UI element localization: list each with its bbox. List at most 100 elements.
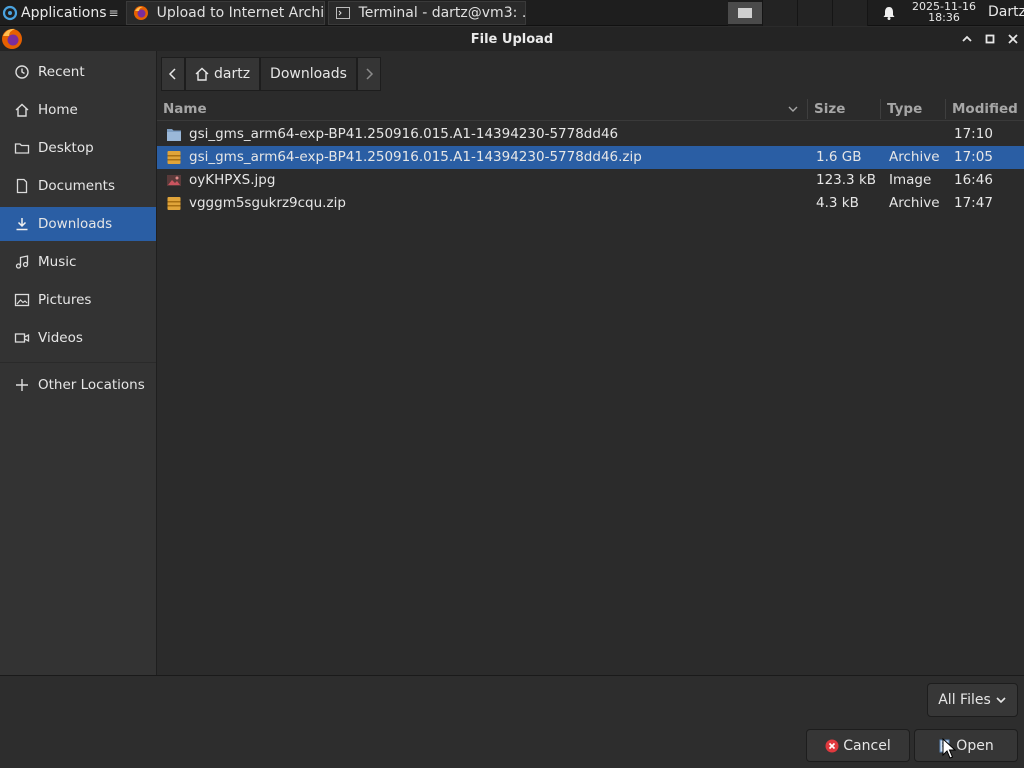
dialog-title: File Upload — [470, 31, 554, 47]
archive-icon — [167, 151, 181, 164]
sidebar-item-videos[interactable]: Videos — [0, 321, 156, 355]
home-icon — [195, 67, 209, 81]
close-icon — [1008, 34, 1018, 44]
file-row[interactable]: vgggm5sgukrz9cqu.zip 4.3 kB Archive 17:4… — [157, 192, 1024, 215]
music-icon — [15, 255, 29, 269]
clock[interactable]: 2025-11-16 18:36 — [908, 1, 980, 23]
workspace-1[interactable] — [728, 0, 763, 26]
home-icon — [15, 103, 29, 117]
maximize-icon — [985, 34, 995, 44]
cancel-label: Cancel — [843, 737, 891, 754]
download-icon — [16, 218, 28, 231]
path-current-button[interactable]: Downloads — [260, 57, 357, 91]
dialog-titlebar: File Upload — [0, 27, 1024, 51]
file-size: 1.6 GB — [816, 149, 862, 165]
sidebar-item-other-locations[interactable]: Other Locations — [0, 368, 156, 402]
workspace-2[interactable] — [763, 0, 798, 26]
chevron-down-icon — [996, 697, 1006, 704]
sidebar-item-recent[interactable]: Recent — [0, 55, 156, 89]
terminal-icon — [335, 6, 350, 19]
column-divider — [945, 99, 946, 119]
sidebar-item-downloads[interactable]: Downloads — [0, 207, 156, 241]
firefox-icon — [2, 28, 22, 49]
open-label: Open — [956, 737, 994, 754]
sidebar-item-label: Music — [38, 254, 77, 270]
open-button[interactable]: Open — [914, 729, 1018, 762]
file-name: oyKHPXS.jpg — [189, 172, 276, 188]
applications-menu-label: Applications — [21, 4, 107, 21]
sidebar-item-pictures[interactable]: Pictures — [0, 283, 156, 317]
file-browser: dartz Downloads Name Size Type Modified … — [157, 51, 1024, 675]
chevron-up-icon — [962, 35, 972, 42]
file-row[interactable]: gsi_gms_arm64-exp-BP41.250916.015.A1-143… — [157, 146, 1024, 169]
file-modified: 17:10 — [954, 126, 993, 142]
sidebar-item-desktop[interactable]: Desktop — [0, 131, 156, 165]
column-headers: Name Size Type Modified — [157, 97, 1024, 121]
filter-label: All Files — [938, 692, 991, 708]
sidebar-item-music[interactable]: Music — [0, 245, 156, 279]
column-header-modified[interactable]: Modified — [952, 97, 1018, 121]
mouse-cursor-icon — [942, 738, 956, 759]
column-header-type[interactable]: Type — [887, 97, 922, 121]
file-row[interactable]: oyKHPXS.jpg 123.3 kB Image 16:46 — [157, 169, 1024, 192]
close-button[interactable] — [1005, 31, 1021, 47]
sidebar-item-label: Videos — [38, 330, 83, 346]
path-home-label: dartz — [214, 66, 251, 82]
sidebar-item-label: Recent — [38, 64, 85, 80]
workspace-3[interactable] — [798, 0, 833, 26]
sidebar-item-label: Other Locations — [38, 377, 145, 393]
taskbar-task-label: Terminal - dartz@vm3: … — [358, 4, 526, 21]
picture-icon — [14, 293, 30, 307]
file-name: gsi_gms_arm64-exp-BP41.250916.015.A1-143… — [189, 149, 642, 165]
workspace-switcher — [728, 0, 868, 26]
sidebar-item-label: Home — [38, 102, 78, 118]
applications-menu-button[interactable]: Applications ≡ — [0, 0, 123, 26]
file-type-filter-dropdown[interactable]: All Files — [927, 683, 1018, 717]
path-forward-button[interactable] — [357, 57, 381, 91]
file-type: Archive — [889, 195, 940, 211]
user-menu[interactable]: Dartz — [988, 4, 1024, 20]
minimize-button[interactable] — [959, 31, 975, 47]
path-home-button[interactable]: dartz — [185, 57, 260, 91]
menu-separator-icon: ≡ — [108, 5, 119, 20]
file-size: 4.3 kB — [816, 195, 859, 211]
taskbar: Applications ≡ Upload to Internet Archi…… — [0, 0, 1024, 26]
file-type: Image — [889, 172, 932, 188]
taskbar-task-terminal[interactable]: Terminal - dartz@vm3: … — [327, 0, 526, 25]
image-icon — [167, 175, 181, 186]
clock-time: 18:36 — [928, 11, 960, 24]
cancel-icon — [825, 739, 839, 752]
sidebar-item-label: Pictures — [38, 292, 92, 308]
cancel-button[interactable]: Cancel — [806, 729, 910, 762]
file-name: vgggm5sgukrz9cqu.zip — [189, 195, 346, 211]
sidebar-item-label: Desktop — [38, 140, 94, 156]
path-current-label: Downloads — [270, 66, 347, 82]
taskbar-task-firefox[interactable]: Upload to Internet Archi… — [125, 0, 325, 25]
archive-icon — [167, 197, 181, 210]
video-icon — [14, 333, 30, 343]
column-divider — [880, 99, 881, 119]
file-name: gsi_gms_arm64-exp-BP41.250916.015.A1-143… — [189, 126, 619, 142]
column-header-name[interactable]: Name — [163, 97, 207, 121]
sidebar-item-label: Documents — [38, 178, 115, 194]
sidebar-item-label: Downloads — [38, 216, 113, 232]
column-header-size[interactable]: Size — [814, 97, 845, 121]
folder-icon — [14, 143, 30, 154]
xfce-logo-icon — [2, 5, 18, 20]
taskbar-task-label: Upload to Internet Archi… — [156, 4, 325, 21]
maximize-button[interactable] — [982, 31, 998, 47]
sidebar-item-documents[interactable]: Documents — [0, 169, 156, 203]
sidebar-divider — [0, 362, 156, 363]
column-divider — [807, 99, 808, 119]
notification-bell-icon[interactable] — [881, 5, 897, 21]
path-back-button[interactable] — [161, 57, 185, 91]
sidebar-item-home[interactable]: Home — [0, 93, 156, 127]
sort-chevron-down-icon[interactable] — [787, 104, 799, 114]
file-row[interactable]: gsi_gms_arm64-exp-BP41.250916.015.A1-143… — [157, 123, 1024, 146]
file-size: 123.3 kB — [816, 172, 877, 188]
workspace-4[interactable] — [833, 0, 868, 26]
file-modified: 17:47 — [954, 195, 993, 211]
chevron-left-icon — [168, 68, 176, 80]
chevron-right-icon — [366, 68, 374, 80]
file-modified: 17:05 — [954, 149, 993, 165]
